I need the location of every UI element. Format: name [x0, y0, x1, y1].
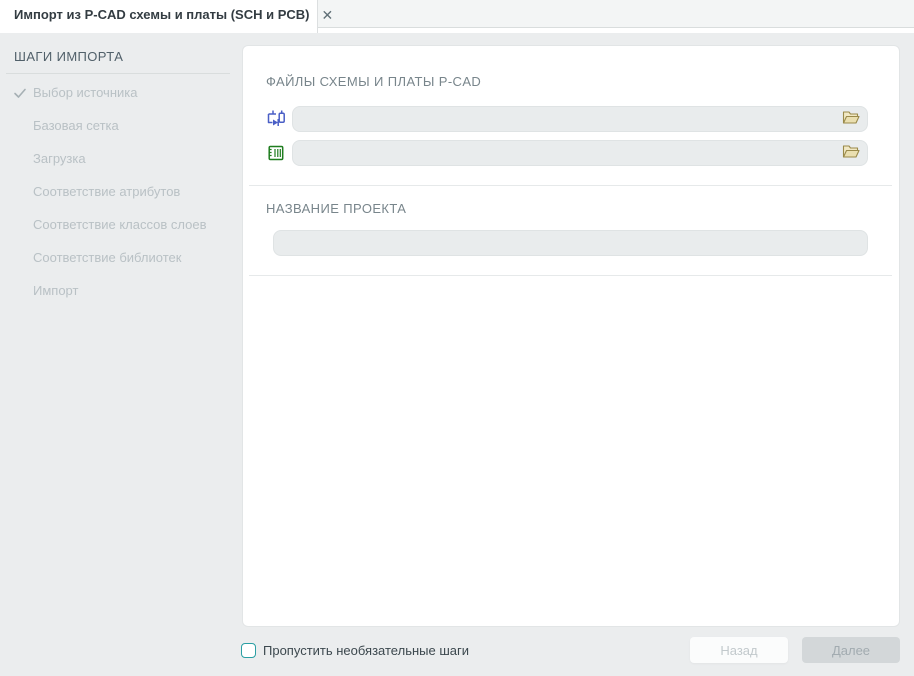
sch-file-input-wrap	[292, 106, 868, 132]
sidebar-item-label: Соответствие библиотек	[33, 250, 182, 265]
steps-list: Выбор источника Базовая сетка Загрузка С…	[0, 76, 230, 307]
project-name-section: НАЗВАНИЕ ПРОЕКТА	[243, 186, 899, 256]
pcb-board-icon	[266, 143, 286, 163]
sidebar-item-library-mapping[interactable]: Соответствие библиотек	[0, 241, 230, 274]
tab-import-pcad[interactable]: Импорт из P-CAD схемы и платы (SCH и PCB…	[0, 0, 333, 33]
back-button[interactable]: Назад	[690, 637, 788, 663]
sidebar-item-label: Импорт	[33, 283, 79, 298]
pcb-file-row	[266, 140, 868, 166]
project-name-input[interactable]	[273, 230, 868, 256]
sidebar-item-base-grid[interactable]: Базовая сетка	[0, 109, 230, 142]
sidebar-item-source-selection[interactable]: Выбор источника	[0, 76, 230, 109]
source-selection-panel: ФАЙЛЫ СХЕМЫ И ПЛАТЫ P-CAD НАЗВАНИЕ ПРОЕК…	[242, 45, 900, 627]
sch-file-input[interactable]	[292, 106, 868, 132]
content-area: ШАГИ ИМПОРТА Выбор источника Базовая сет…	[0, 33, 914, 676]
files-section-title: ФАЙЛЫ СХЕМЫ И ПЛАТЫ P-CAD	[266, 74, 482, 89]
tab-title: Импорт из P-CAD схемы и платы (SCH и PCB…	[14, 7, 310, 22]
sidebar-item-label: Базовая сетка	[33, 118, 119, 133]
sidebar-item-label: Соответствие атрибутов	[33, 184, 181, 199]
tab-bar: Импорт из P-CAD схемы и платы (SCH и PCB…	[0, 0, 914, 33]
sidebar-item-label: Соответствие классов слоев	[33, 217, 207, 232]
sidebar-item-label: Загрузка	[33, 151, 86, 166]
skip-optional-steps-checkbox[interactable]	[241, 642, 256, 658]
skip-optional-steps-wrap: Пропустить необязательные шаги	[241, 642, 690, 658]
open-folder-icon	[842, 110, 860, 128]
pcb-file-input[interactable]	[292, 140, 868, 166]
checkmark-icon	[12, 85, 28, 101]
project-section-title: НАЗВАНИЕ ПРОЕКТА	[266, 201, 407, 216]
browse-pcb-button[interactable]	[841, 144, 861, 162]
skip-optional-steps-label[interactable]: Пропустить необязательные шаги	[263, 643, 469, 658]
section-divider	[249, 275, 892, 276]
close-icon[interactable]: ✕	[322, 6, 334, 24]
sidebar-item-layer-class-mapping[interactable]: Соответствие классов слоев	[0, 208, 230, 241]
sidebar-item-attribute-mapping[interactable]: Соответствие атрибутов	[0, 175, 230, 208]
sch-file-row	[266, 106, 868, 132]
sidebar-item-label: Выбор источника	[33, 85, 138, 100]
sidebar-title: ШАГИ ИМПОРТА	[14, 49, 124, 64]
tab-bar-empty-area	[318, 0, 914, 28]
sidebar-item-import[interactable]: Импорт	[0, 274, 230, 307]
schematic-icon	[266, 109, 286, 129]
browse-sch-button[interactable]	[841, 110, 861, 128]
wizard-footer: Пропустить необязательные шаги Назад Дал…	[241, 637, 900, 663]
sidebar-divider	[6, 73, 230, 74]
open-folder-icon	[842, 144, 860, 162]
import-steps-sidebar: ШАГИ ИМПОРТА Выбор источника Базовая сет…	[0, 33, 230, 307]
project-name-input-wrap	[273, 230, 868, 256]
pcb-file-input-wrap	[292, 140, 868, 166]
next-button[interactable]: Далее	[802, 637, 900, 663]
files-section: ФАЙЛЫ СХЕМЫ И ПЛАТЫ P-CAD	[243, 46, 899, 166]
sidebar-item-loading[interactable]: Загрузка	[0, 142, 230, 175]
